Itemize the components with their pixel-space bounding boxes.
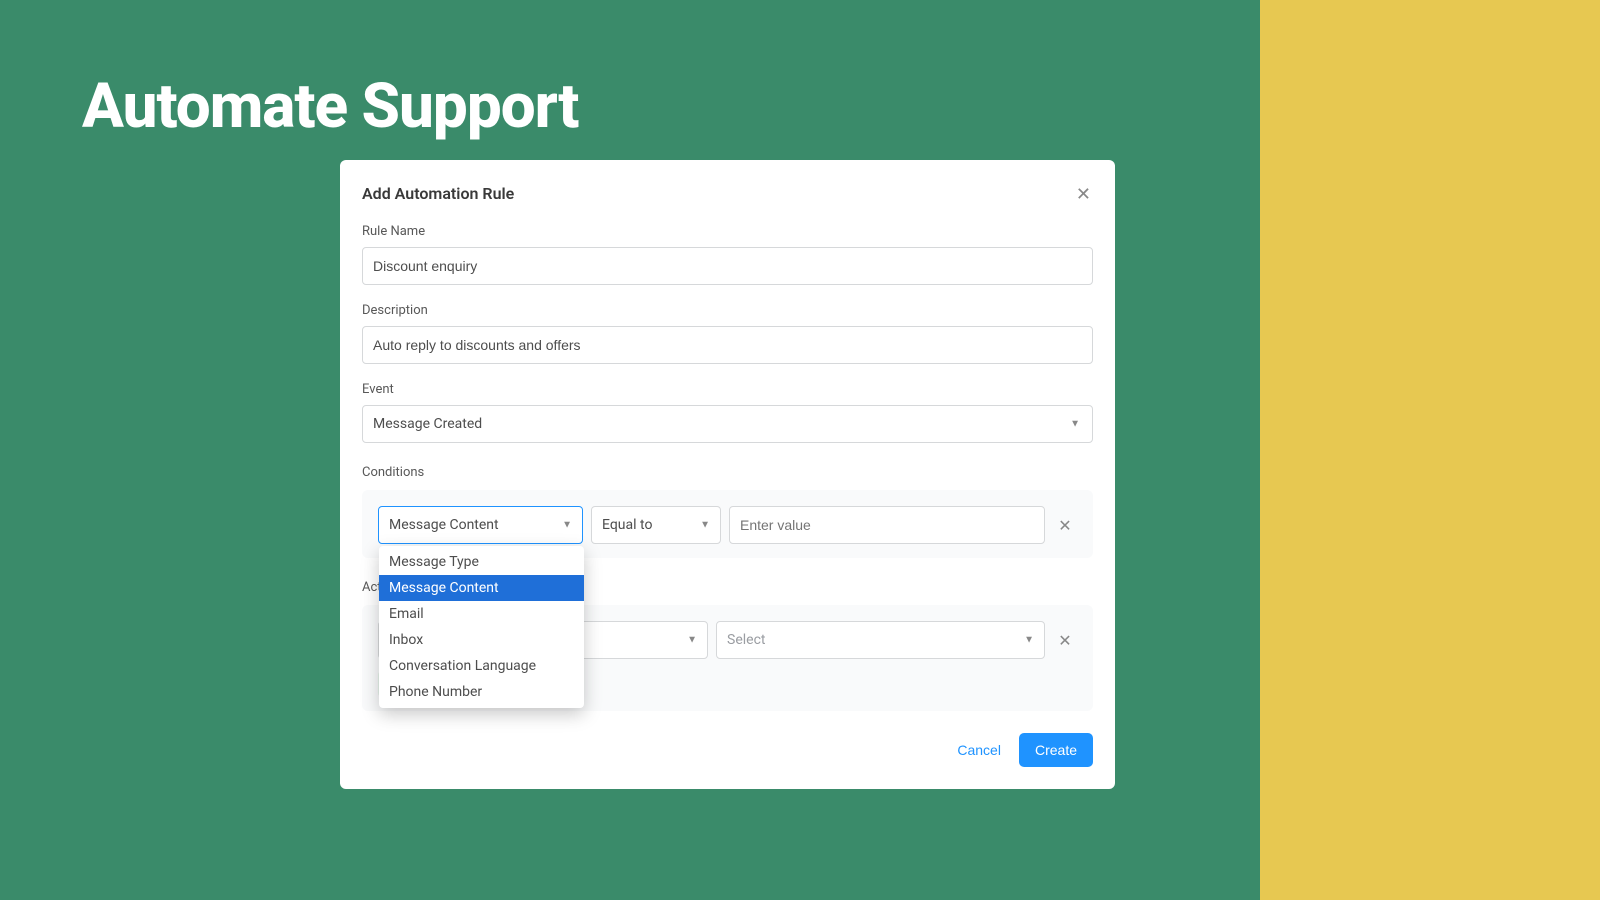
description-field: Description [362, 303, 1093, 364]
close-icon[interactable]: ✕ [1074, 184, 1093, 206]
remove-condition-icon[interactable]: ✕ [1053, 513, 1077, 537]
rule-name-label: Rule Name [362, 224, 1093, 239]
decorative-stripe [1260, 0, 1600, 900]
rule-name-input[interactable] [362, 247, 1093, 285]
condition-value-input[interactable] [729, 506, 1045, 544]
dropdown-option-inbox[interactable]: Inbox [379, 627, 584, 653]
condition-operator-select[interactable]: Equal to ▼ [591, 506, 721, 544]
chevron-down-icon: ▼ [1024, 635, 1034, 646]
description-label: Description [362, 303, 1093, 318]
remove-action-icon[interactable]: ✕ [1053, 628, 1077, 652]
automation-rule-modal: Add Automation Rule ✕ Rule Name Descript… [340, 160, 1115, 789]
conditions-pane: Message Content ▼ Message Type Message C… [362, 490, 1093, 558]
condition-operator-value: Equal to [602, 517, 652, 533]
cancel-button[interactable]: Cancel [953, 734, 1005, 766]
chevron-down-icon: ▼ [1070, 419, 1080, 430]
condition-field-dropdown: Message Type Message Content Email Inbox… [379, 546, 584, 708]
chevron-down-icon: ▼ [687, 635, 697, 646]
condition-field-value: Message Content [389, 517, 499, 533]
event-field: Event Message Created ▼ [362, 382, 1093, 443]
dropdown-option-email[interactable]: Email [379, 601, 584, 627]
description-input[interactable] [362, 326, 1093, 364]
condition-row: Message Content ▼ Message Type Message C… [378, 506, 1077, 544]
action-value-select[interactable]: Select ▼ [716, 621, 1045, 659]
action-value-placeholder: Select [727, 632, 765, 648]
modal-footer: Cancel Create [362, 733, 1093, 767]
dropdown-option-message-content[interactable]: Message Content [379, 575, 584, 601]
event-select[interactable]: Message Created ▼ [362, 405, 1093, 443]
create-button[interactable]: Create [1019, 733, 1093, 767]
dropdown-option-phone-number[interactable]: Phone Number [379, 679, 584, 705]
condition-field-select[interactable]: Message Content ▼ Message Type Message C… [378, 506, 583, 544]
page-title: Automate Support [82, 70, 578, 143]
event-label: Event [362, 382, 1093, 397]
modal-title: Add Automation Rule [362, 184, 514, 203]
rule-name-field: Rule Name [362, 224, 1093, 285]
dropdown-option-conversation-language[interactable]: Conversation Language [379, 653, 584, 679]
modal-header: Add Automation Rule ✕ [362, 184, 1093, 206]
chevron-down-icon: ▼ [562, 520, 572, 531]
conditions-label: Conditions [362, 465, 1093, 480]
event-select-value: Message Created [373, 416, 482, 432]
dropdown-option-message-type[interactable]: Message Type [379, 549, 584, 575]
chevron-down-icon: ▼ [700, 520, 710, 531]
